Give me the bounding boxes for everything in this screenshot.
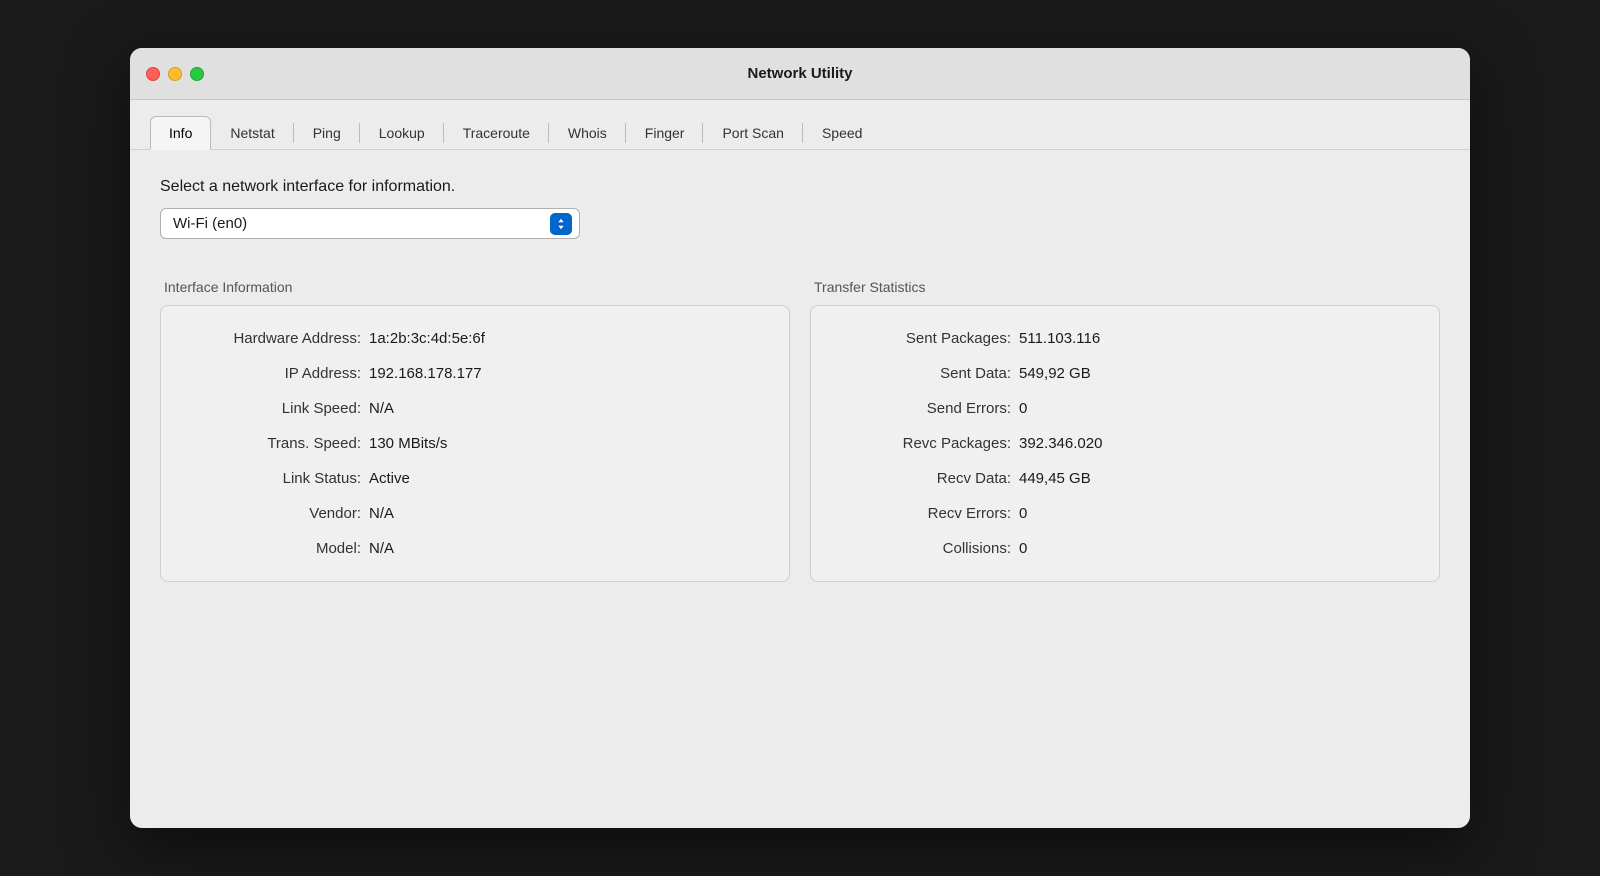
ip-address-value: 192.168.178.177 (369, 365, 482, 382)
vendor-key: Vendor: (189, 505, 369, 522)
tab-netstat[interactable]: Netstat (211, 116, 293, 150)
hw-address-key: Hardware Address: (189, 330, 369, 347)
content-area: Select a network interface for informati… (130, 150, 1470, 610)
trans-speed-key: Trans. Speed: (189, 435, 369, 452)
trans-speed-value: 130 MBits/s (369, 435, 447, 452)
table-row: Send Errors: 0 (839, 400, 1411, 417)
window-title: Network Utility (747, 65, 852, 82)
close-button[interactable] (146, 67, 160, 81)
hw-address-value: 1a:2b:3c:4d:5e:6f (369, 330, 485, 347)
select-label: Select a network interface for informati… (160, 178, 1440, 196)
interface-info-label: Interface Information (160, 279, 790, 295)
revc-packages-key: Revc Packages: (839, 435, 1019, 452)
table-row: Recv Data: 449,45 GB (839, 470, 1411, 487)
interface-select-wrapper: Wi-Fi (en0) Ethernet (en1) Loopback (lo0… (160, 208, 580, 239)
interface-select[interactable]: Wi-Fi (en0) Ethernet (en1) Loopback (lo0… (160, 208, 580, 239)
transfer-stats-label: Transfer Statistics (810, 279, 1440, 295)
table-row: Sent Packages: 511.103.116 (839, 330, 1411, 347)
recv-data-key: Recv Data: (839, 470, 1019, 487)
recv-errors-key: Recv Errors: (839, 505, 1019, 522)
titlebar: Network Utility (130, 48, 1470, 100)
revc-packages-value: 392.346.020 (1019, 435, 1102, 452)
traffic-lights (146, 67, 204, 81)
table-row: IP Address: 192.168.178.177 (189, 365, 761, 382)
model-key: Model: (189, 540, 369, 557)
tab-bar: Info Netstat Ping Lookup Traceroute Whoi… (130, 100, 1470, 150)
tab-portscan[interactable]: Port Scan (703, 116, 802, 150)
transfer-stats-panel: Sent Packages: 511.103.116 Sent Data: 54… (810, 305, 1440, 582)
table-row: Hardware Address: 1a:2b:3c:4d:5e:6f (189, 330, 761, 347)
model-value: N/A (369, 540, 394, 557)
link-speed-value: N/A (369, 400, 394, 417)
vendor-value: N/A (369, 505, 394, 522)
table-row: Vendor: N/A (189, 505, 761, 522)
table-row: Revc Packages: 392.346.020 (839, 435, 1411, 452)
transfer-stats-section: Transfer Statistics Sent Packages: 511.1… (810, 279, 1440, 582)
table-row: Trans. Speed: 130 MBits/s (189, 435, 761, 452)
maximize-button[interactable] (190, 67, 204, 81)
tab-speed[interactable]: Speed (803, 116, 881, 150)
info-grid: Interface Information Hardware Address: … (160, 279, 1440, 582)
table-row: Link Speed: N/A (189, 400, 761, 417)
collisions-key: Collisions: (839, 540, 1019, 557)
ip-address-key: IP Address: (189, 365, 369, 382)
tab-traceroute[interactable]: Traceroute (444, 116, 549, 150)
sent-packages-key: Sent Packages: (839, 330, 1019, 347)
sent-data-key: Sent Data: (839, 365, 1019, 382)
table-row: Recv Errors: 0 (839, 505, 1411, 522)
link-status-key: Link Status: (189, 470, 369, 487)
interface-info-section: Interface Information Hardware Address: … (160, 279, 790, 582)
sent-data-value: 549,92 GB (1019, 365, 1091, 382)
table-row: Collisions: 0 (839, 540, 1411, 557)
interface-info-panel: Hardware Address: 1a:2b:3c:4d:5e:6f IP A… (160, 305, 790, 582)
window: Network Utility Info Netstat Ping Lookup… (130, 48, 1470, 828)
tab-whois[interactable]: Whois (549, 116, 626, 150)
table-row: Sent Data: 549,92 GB (839, 365, 1411, 382)
tab-lookup[interactable]: Lookup (360, 116, 444, 150)
sent-packages-value: 511.103.116 (1019, 330, 1100, 347)
link-status-value: Active (369, 470, 410, 487)
minimize-button[interactable] (168, 67, 182, 81)
link-speed-key: Link Speed: (189, 400, 369, 417)
collisions-value: 0 (1019, 540, 1027, 557)
send-errors-value: 0 (1019, 400, 1027, 417)
tab-finger[interactable]: Finger (626, 116, 704, 150)
table-row: Link Status: Active (189, 470, 761, 487)
tab-info[interactable]: Info (150, 116, 211, 150)
table-row: Model: N/A (189, 540, 761, 557)
tab-ping[interactable]: Ping (294, 116, 360, 150)
send-errors-key: Send Errors: (839, 400, 1019, 417)
recv-errors-value: 0 (1019, 505, 1027, 522)
recv-data-value: 449,45 GB (1019, 470, 1091, 487)
